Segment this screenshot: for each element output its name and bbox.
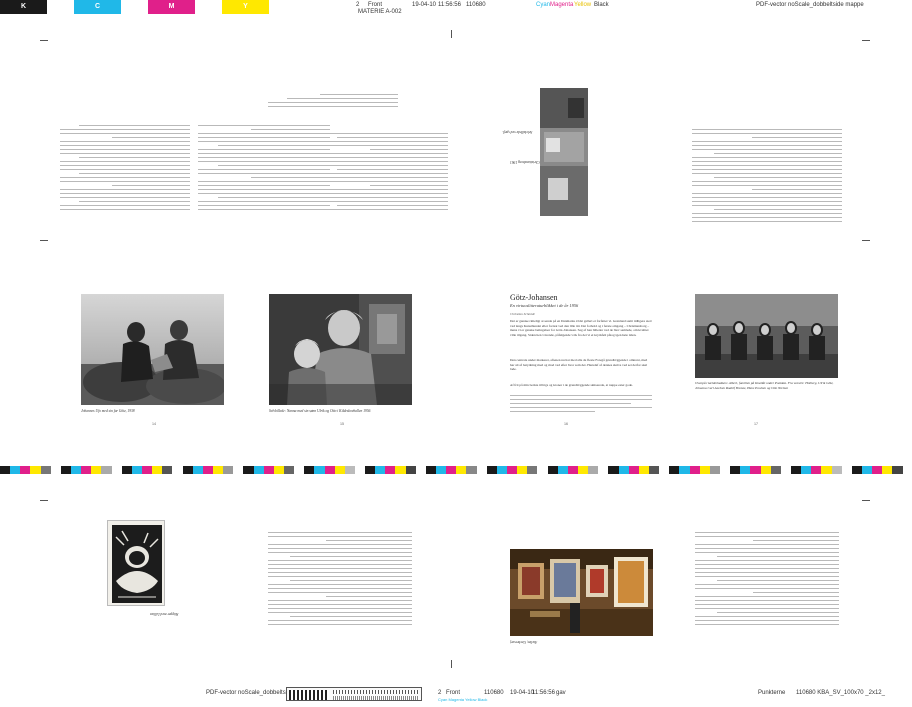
article-paragraph: Af frit på min bedste tillægs og kroner …: [510, 383, 633, 387]
slug-time: 11:56:56: [438, 2, 461, 8]
swatch-cyan: C: [74, 0, 121, 14]
slug-job: 110680: [466, 2, 486, 8]
text-column-upside-down: [268, 87, 398, 107]
photo-group-of-men: [695, 294, 838, 378]
bottom-slug-right-meta: 110680 KBA_SV_100x70 _2x12_: [796, 690, 885, 696]
slug-right-label: PDF-vector noScale_dobbeltside mappe: [756, 2, 864, 8]
article-text-lines: [510, 395, 652, 419]
caption-upside-down: Selvbillede ved spejl.: [502, 130, 533, 134]
slug-materie: MATERIE A-002: [358, 9, 402, 15]
bottom-slug-side: Front: [446, 690, 461, 696]
photo-art-studio: [510, 549, 653, 636]
text-column-upside-down: [692, 122, 842, 222]
page-number: 15: [340, 422, 344, 426]
slug-color-black: Black: [594, 2, 609, 8]
article-paragraph: Den centrale under markerer, aftenen nu …: [510, 358, 648, 372]
crop-mark: [40, 500, 48, 501]
swatch-black: K: [0, 0, 47, 14]
crop-mark: [40, 40, 48, 41]
slug-side: Front: [368, 2, 383, 8]
article-paragraph: Det er ganske rimeligt at sende på en Da…: [510, 319, 652, 337]
article-author: Christian Schmidt: [510, 312, 535, 316]
crop-mark: [862, 500, 870, 501]
article-subtitle: En virtuoslitteraturblikket i de år 1956: [510, 303, 579, 308]
caption-upside-down: Atelier, Gerbersvej: [510, 640, 538, 644]
crop-mark: [451, 660, 452, 668]
photo-woman-and-child: [269, 294, 412, 405]
photo-caption: Selvbillede: Nanna med sin sønn Ulrik og…: [269, 409, 371, 413]
caption-upside-down: Skipper med Lillian: [150, 612, 179, 616]
photo-caption: Ovenpå i kælderkøkken: Albert, familien …: [695, 381, 834, 390]
bottom-slug-time: 11:56:56: [532, 690, 555, 696]
bottom-slug-colors: Cyan Magenta Yellow Black: [438, 697, 488, 702]
photo-two-people-rocks: [81, 294, 224, 405]
slug-color-cyan: Cyan: [536, 2, 551, 8]
bottom-slug-page-number: 2: [438, 690, 442, 696]
text-column-upside-down: [318, 120, 448, 210]
crop-mark: [862, 240, 870, 241]
control-wedge-box: [286, 687, 422, 701]
slug-date: 19-04-10: [412, 2, 437, 8]
bottom-slug-ok: gav: [556, 690, 566, 696]
text-column-upside-down: [198, 120, 330, 210]
swatch-yellow: Y: [222, 0, 269, 14]
bottom-slug-date: 19-04-10: [510, 690, 535, 696]
bottom-slug-job: 110680: [484, 690, 504, 696]
woodcut-print: [107, 520, 165, 606]
crop-mark: [862, 40, 870, 41]
article-title: Götz-Johansen: [510, 293, 558, 302]
text-column-upside-down: [60, 120, 190, 210]
crop-mark: [40, 240, 48, 241]
page-number: 16: [564, 422, 568, 426]
swatch-magenta: M: [148, 0, 195, 14]
photo-collage-upside-down: [540, 88, 588, 216]
color-control-strip: [0, 466, 912, 474]
page-number: 17: [754, 422, 758, 426]
caption-upside-down: Christiansborg 1961: [510, 160, 540, 164]
text-column-upside-down: [695, 525, 839, 625]
photo-caption: Johannes Ufo med sin far Götz, 1938: [81, 409, 135, 413]
bottom-slug-right-label: Punkterne: [758, 690, 786, 696]
slug-color-yellow: Yellow: [574, 2, 592, 8]
crop-mark: [451, 30, 452, 38]
slug-color-magenta: Magenta: [550, 2, 574, 8]
slug-page-number: 2: [356, 2, 360, 8]
text-column-upside-down: [268, 525, 412, 625]
page-number: 14: [152, 422, 156, 426]
